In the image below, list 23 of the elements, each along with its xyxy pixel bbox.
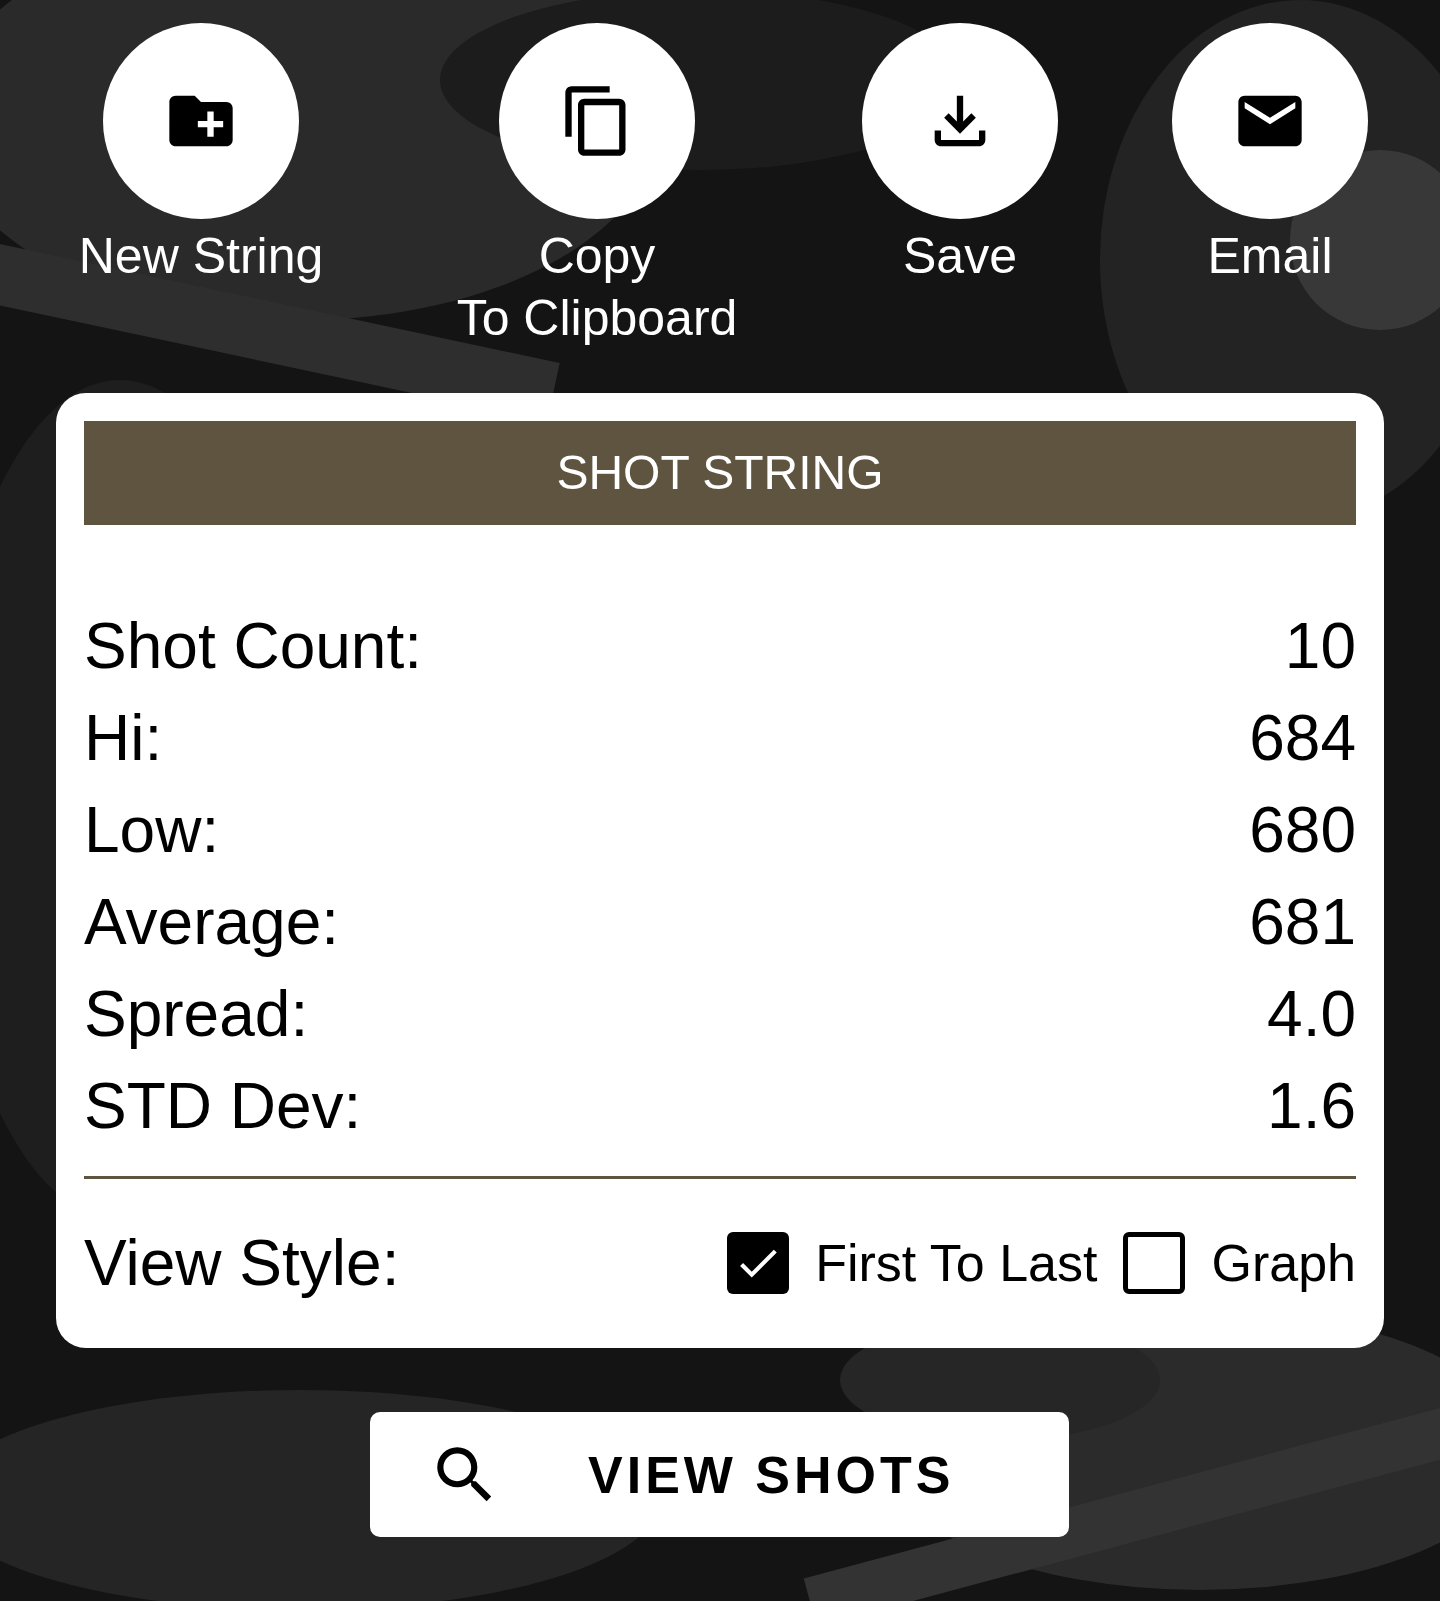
stat-label: Shot Count: <box>84 609 422 684</box>
checkbox[interactable] <box>1123 1232 1186 1294</box>
stat-label: STD Dev: <box>84 1069 362 1144</box>
stat-value: 684 <box>1249 701 1356 776</box>
stat-value: 1.6 <box>1267 1069 1356 1144</box>
stat-value: 4.0 <box>1267 977 1356 1052</box>
stat-value: 10 <box>1284 609 1356 684</box>
stat-label: Hi: <box>84 701 163 776</box>
view-style-label: View Style: <box>84 1226 400 1301</box>
stat-value: 680 <box>1249 793 1356 868</box>
view-shots-button[interactable]: VIEW SHOTS <box>370 1412 1069 1537</box>
checkbox[interactable] <box>727 1232 790 1294</box>
stat-label: Spread: <box>84 977 309 1052</box>
action-label: Save <box>903 227 1017 286</box>
action-label: Email <box>1207 227 1333 286</box>
action-label: New String <box>78 227 324 286</box>
action-label: Copy To Clipboard <box>456 227 738 348</box>
stat-label: Low: <box>84 793 220 868</box>
checkbox-label: First To Last <box>815 1233 1098 1294</box>
card-title: SHOT STRING <box>556 445 884 501</box>
stat-label: Average: <box>84 885 339 960</box>
stat-value: 681 <box>1249 885 1356 960</box>
checkbox-label: Graph <box>1211 1233 1356 1294</box>
